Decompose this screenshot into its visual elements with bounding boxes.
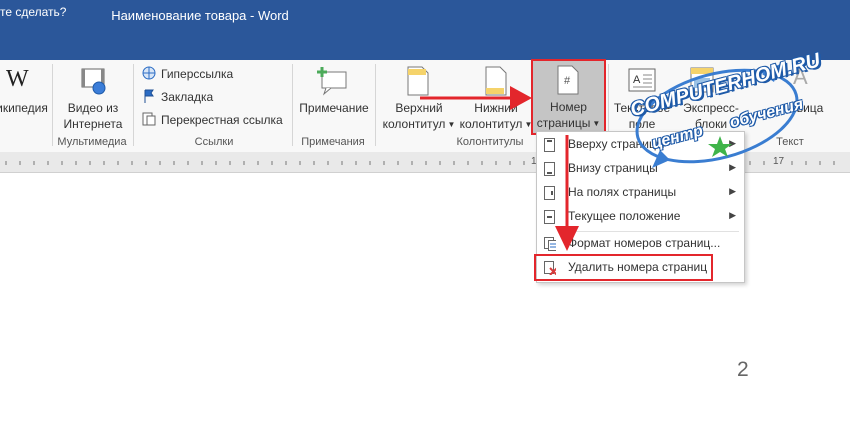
arrow-right-icon [420,86,532,110]
arrow-down-icon [555,135,579,251]
